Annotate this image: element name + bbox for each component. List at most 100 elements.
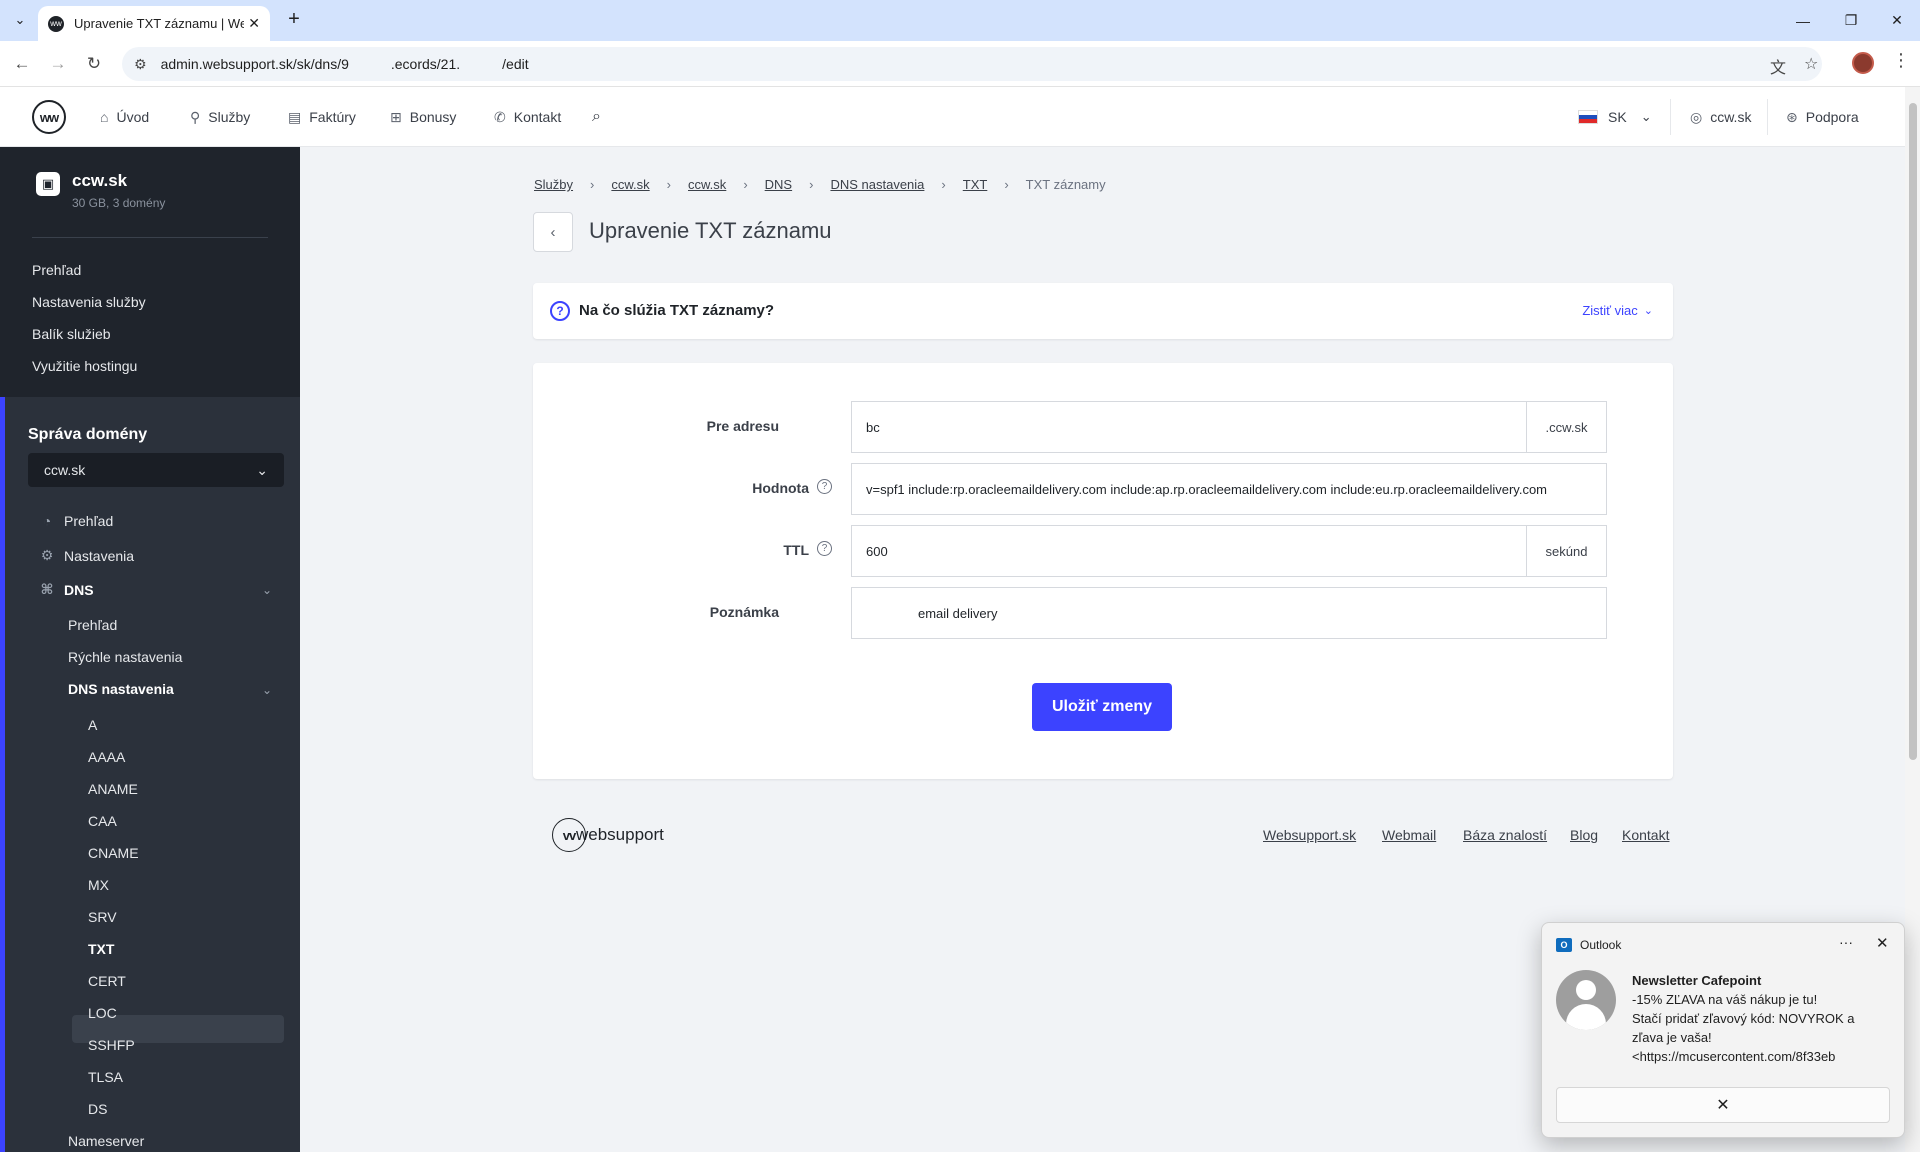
footer-link-websupport[interactable]: Websupport.sk [1263, 827, 1356, 843]
more-options-icon[interactable]: ··· [1839, 934, 1853, 950]
tab-search-button[interactable]: ⌄ [8, 8, 32, 32]
address-bar[interactable]: ⚙ admin.websupport.sk/sk/dns/9 .ecords/2… [122, 47, 1822, 81]
sidebar-item-quick-settings[interactable]: Rýchle nastavenia [68, 649, 182, 665]
back-button[interactable]: ‹ [533, 212, 573, 252]
notification-title: Newsletter Cafepoint [1632, 973, 1762, 988]
help-icon[interactable]: ? [817, 479, 832, 494]
rocket-icon: ⚲ [190, 108, 201, 125]
record-type-mx[interactable]: MX [88, 877, 109, 893]
nav-item-invoices[interactable]: ▤ Faktúry [288, 87, 356, 147]
sidebar-link-service-settings[interactable]: Nastavenia služby [32, 294, 146, 310]
nav-item-services[interactable]: ⚲ Služby [190, 87, 250, 147]
sidebar-item-dns-settings[interactable]: DNS nastavenia [68, 681, 174, 697]
sidebar-item-dns-overview[interactable]: Prehľad [68, 617, 117, 633]
breadcrumb-link-services[interactable]: Služby [534, 177, 573, 192]
breadcrumb-current: TXT záznamy [1025, 177, 1106, 192]
txt-info-card[interactable]: ? Na čo slúžia TXT záznamy? Zistiť viac … [533, 283, 1673, 339]
notification-line: <https://mcusercontent.com/8f33eb [1632, 1049, 1836, 1064]
bookmark-star-icon[interactable]: ☆ [1804, 54, 1818, 74]
domain-select[interactable]: ccw.sk ⌄ [28, 453, 284, 487]
outlook-notification[interactable]: O Outlook ··· ✕ Newsletter Cafepoint -15… [1541, 922, 1905, 1138]
footer-link-knowledge-base[interactable]: Báza znalostí [1463, 827, 1547, 843]
close-window-button[interactable]: ✕ [1874, 0, 1920, 41]
websupport-logo[interactable]: ww [32, 100, 66, 134]
account-menu[interactable]: ◎ ccw.sk [1690, 87, 1751, 147]
breadcrumb: Služby › ccw.sk › ccw.sk › DNS › DNS nas… [534, 177, 1106, 192]
sidebar-link-package[interactable]: Balík služieb [32, 326, 111, 342]
nav-label: Kontakt [513, 109, 562, 125]
reload-icon[interactable]: ↻ [80, 50, 108, 78]
record-type-ds[interactable]: DS [88, 1101, 107, 1117]
new-tab-button[interactable]: + [282, 8, 306, 32]
nav-item-contact[interactable]: ✆ Kontakt [494, 87, 561, 147]
footer-link-webmail[interactable]: Webmail [1382, 827, 1436, 843]
language-selector[interactable]: SK ⌄ [1578, 87, 1652, 147]
sidebar-item-nameserver[interactable]: Nameserver [68, 1133, 144, 1149]
domain-management-heading: Správa domény [28, 426, 148, 443]
support-menu[interactable]: ⊛ Podpora [1786, 87, 1859, 147]
footer-link-contact[interactable]: Kontakt [1622, 827, 1669, 843]
record-type-cname[interactable]: CNAME [88, 845, 139, 861]
record-type-aname[interactable]: ANAME [88, 781, 138, 797]
help-icon[interactable]: ? [817, 541, 832, 556]
gift-icon: ⊞ [390, 108, 402, 125]
sidebar-item-overview[interactable]: ◔ Prehľad [40, 513, 113, 529]
record-type-caa[interactable]: CAA [88, 813, 117, 829]
record-type-a[interactable]: A [88, 717, 97, 733]
ttl-label: TTL [783, 542, 809, 558]
page-scrollbar[interactable] [1905, 87, 1920, 1152]
restore-window-button[interactable]: ❐ [1828, 0, 1874, 41]
sidebar-link-hosting-usage[interactable]: Využitie hostingu [32, 358, 137, 374]
record-type-tlsa[interactable]: TLSA [88, 1069, 123, 1085]
nav-item-bonuses[interactable]: ⊞ Bonusy [390, 87, 456, 147]
ttl-suffix: sekúnd [1527, 525, 1607, 577]
chevron-up-icon[interactable]: ⌄ [262, 583, 272, 597]
record-type-aaaa[interactable]: AAAA [88, 749, 125, 765]
footer-link-blog[interactable]: Blog [1570, 827, 1598, 843]
record-type-sshfp[interactable]: SSHFP [88, 1037, 135, 1053]
record-type-txt[interactable]: TXT [88, 941, 114, 957]
scrollbar-thumb[interactable] [1909, 103, 1917, 760]
chevron-right-icon: › [1004, 177, 1009, 192]
minimize-window-button[interactable]: — [1780, 0, 1826, 41]
chevron-right-icon: › [809, 177, 814, 192]
back-arrow-icon[interactable]: ← [8, 50, 36, 78]
note-input[interactable]: email delivery [851, 587, 1607, 639]
breadcrumb-link-dns[interactable]: DNS [765, 177, 792, 192]
nav-label: Úvod [116, 109, 150, 125]
record-type-loc[interactable]: LOC [88, 1005, 117, 1021]
learn-more-label: Zistiť viac [1582, 303, 1638, 318]
ttl-input[interactable]: 600 [851, 525, 1527, 577]
save-changes-button[interactable]: Uložiť zmeny [1032, 683, 1172, 731]
search-icon[interactable]: ⌕ [592, 87, 601, 147]
sidebar-item-settings[interactable]: ⚙ Nastavenia [40, 547, 134, 564]
value-input[interactable]: v=spf1 include:rp.oracleemaildelivery.co… [851, 463, 1607, 515]
address-label: Pre adresu [706, 418, 779, 434]
dismiss-notification-button[interactable]: ✕ [1556, 1087, 1890, 1123]
sidebar-link-overview[interactable]: Prehľad [32, 262, 81, 278]
translate-icon[interactable]: 文 [1770, 54, 1786, 78]
forward-arrow-icon[interactable]: → [44, 50, 72, 78]
breadcrumb-link-txt[interactable]: TXT [963, 177, 988, 192]
browser-tab-active[interactable]: ww Upravenie TXT záznamu | Webs ✕ [38, 6, 270, 41]
chevron-down-icon: ⌄ [256, 461, 268, 478]
learn-more-toggle[interactable]: Zistiť viac ⌄ [1582, 303, 1653, 318]
close-tab-icon[interactable]: ✕ [248, 15, 260, 32]
browser-menu-icon[interactable]: ⋮ [1892, 50, 1910, 71]
record-type-cert[interactable]: CERT [88, 973, 126, 989]
sidebar-divider [32, 237, 268, 238]
close-icon[interactable]: ✕ [1876, 934, 1889, 952]
record-type-srv[interactable]: SRV [88, 909, 117, 925]
address-suffix: .ccw.sk [1527, 401, 1607, 453]
service-title[interactable]: ccw.sk [72, 171, 127, 191]
breadcrumb-link-domain[interactable]: ccw.sk [688, 177, 726, 192]
breadcrumb-link-dns-settings[interactable]: DNS nastavenia [830, 177, 924, 192]
breadcrumb-link-service[interactable]: ccw.sk [611, 177, 649, 192]
chevron-up-icon[interactable]: ⌄ [262, 683, 272, 697]
site-info-icon[interactable]: ⚙ [134, 56, 147, 73]
sidebar-item-dns[interactable]: ⌘ DNS [40, 581, 94, 598]
profile-avatar[interactable] [1852, 52, 1874, 74]
nav-item-home[interactable]: ⌂ Úvod [100, 87, 149, 147]
footer-logo[interactable]: vv websupport [552, 818, 664, 852]
address-input[interactable]: bc [851, 401, 1527, 453]
